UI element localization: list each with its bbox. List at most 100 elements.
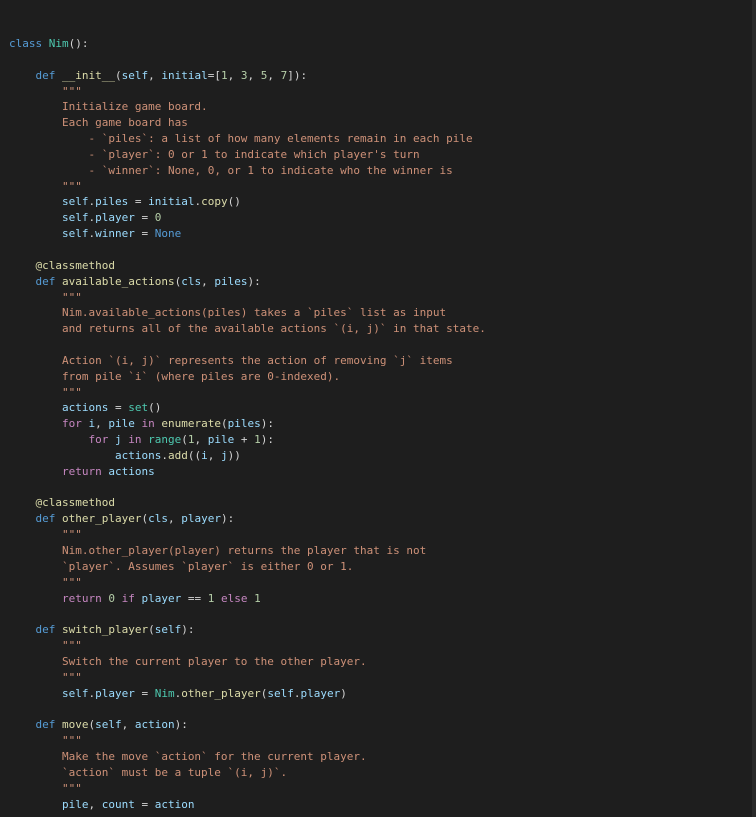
code-token: for — [88, 433, 109, 447]
code-token: ): — [260, 417, 274, 431]
code-line: Initialize game board. — [9, 99, 486, 115]
code-token: ): — [247, 274, 261, 288]
code-token: def — [35, 718, 56, 732]
code-token: j — [220, 448, 228, 462]
code-token: range — [148, 433, 182, 447]
code-token: piles — [95, 195, 129, 209]
code-token: self — [61, 195, 89, 209]
code-token: return — [61, 591, 102, 605]
code-token: , — [148, 68, 162, 82]
code-token: self — [95, 718, 122, 732]
code-token: """ — [61, 781, 82, 795]
code-token: """ — [61, 290, 82, 304]
code-line: for i, pile in enumerate(piles): — [9, 416, 486, 432]
code-token: """ — [61, 734, 82, 748]
code-line: Switch the current player to the other p… — [9, 654, 486, 670]
code-line: return 0 if player == 1 else 1 — [9, 591, 486, 607]
code-token: 1 — [254, 433, 261, 447]
code-token: actions — [61, 401, 109, 415]
code-token: winner — [95, 227, 135, 241]
code-editor[interactable]: class Nim(): def __init__(self, initial=… — [0, 0, 756, 817]
scrollbar-edge[interactable] — [752, 0, 756, 817]
code-token: def — [35, 274, 56, 288]
code-line: and returns all of the available actions… — [9, 321, 486, 337]
code-line: """ — [9, 179, 486, 195]
code-line: self.winner = None — [9, 226, 486, 242]
code-token: cls — [181, 274, 202, 288]
code-token: , — [167, 512, 182, 526]
code-token: == — [181, 591, 208, 605]
code-token: """ — [61, 385, 82, 399]
code-token: switch_player — [62, 623, 149, 637]
code-token: ): — [220, 512, 235, 526]
code-text-area[interactable]: class Nim(): def __init__(self, initial=… — [9, 36, 486, 812]
code-token: self — [267, 686, 294, 700]
code-token: count — [101, 797, 135, 811]
code-token: player — [300, 686, 341, 700]
code-token: from pile `i` (where piles are 0-indexed… — [61, 369, 341, 383]
code-token: player — [95, 686, 135, 700]
code-token: Nim.available_actions(piles) takes a `pi… — [61, 306, 447, 320]
code-line: pile, count = action — [9, 797, 486, 813]
code-token: , — [201, 274, 215, 288]
code-line: """ — [9, 638, 486, 654]
code-line: """ — [9, 84, 486, 100]
code-line: Make the move `action` for the current p… — [9, 749, 486, 765]
code-token: () — [227, 195, 241, 209]
code-line: class Nim(): — [9, 36, 486, 52]
code-line: def __init__(self, initial=[1, 3, 5, 7])… — [9, 68, 486, 84]
code-line: @classmethod — [9, 258, 486, 274]
code-line: self.player = 0 — [9, 210, 486, 226]
code-token: . — [161, 448, 168, 462]
code-token: ): — [260, 433, 274, 447]
code-token: ( — [148, 623, 155, 637]
code-token: """ — [61, 528, 82, 542]
code-line: Each game board has — [9, 115, 486, 131]
code-token: initial — [161, 68, 208, 82]
code-token: action — [134, 718, 175, 732]
code-token: other_player — [62, 512, 142, 526]
code-line: for j in range(1, pile + 1): — [9, 432, 486, 448]
code-line: """ — [9, 781, 486, 797]
code-token: enumerate — [161, 417, 221, 431]
code-token: piles — [214, 274, 248, 288]
code-token: def — [35, 68, 56, 82]
code-line: actions = set() — [9, 400, 486, 416]
code-token: piles — [227, 417, 261, 431]
code-token: () — [148, 401, 162, 415]
code-token: in — [141, 417, 155, 431]
code-line: """ — [9, 670, 486, 686]
code-token: initial — [148, 195, 195, 209]
